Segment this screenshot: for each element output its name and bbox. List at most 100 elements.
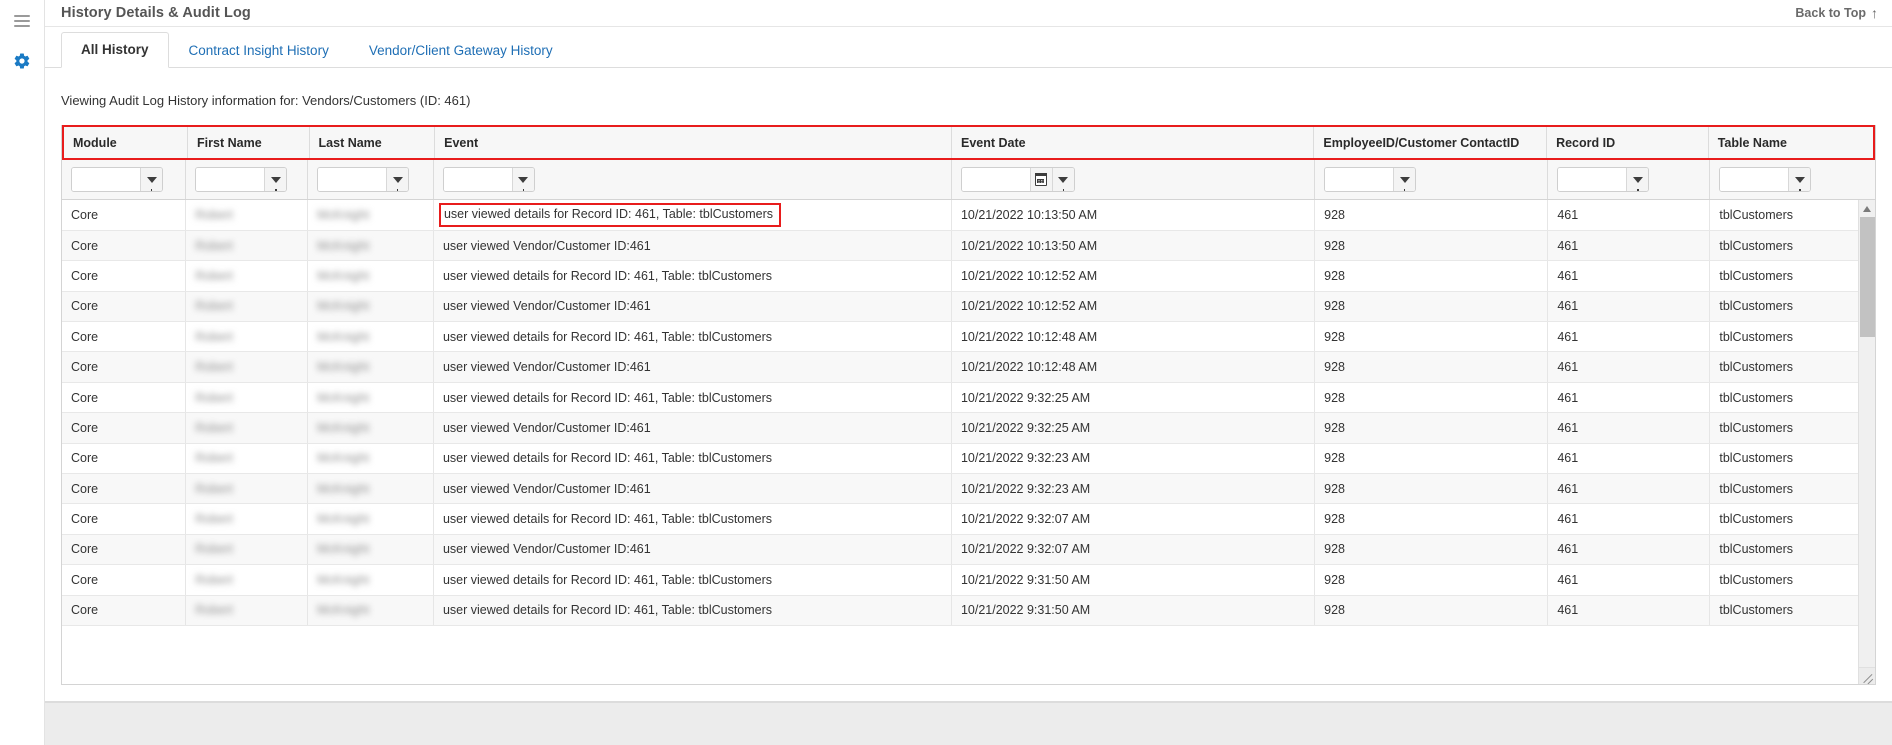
grid-vertical-scrollbar[interactable] <box>1858 200 1875 684</box>
column-header-record-id[interactable]: Record ID <box>1546 127 1709 158</box>
calendar-icon[interactable] <box>1029 168 1052 191</box>
grid-body-scroll-area[interactable]: Core Robert McKnight user viewed details fo… <box>62 200 1875 684</box>
cell-record-id: 461 <box>1547 291 1711 323</box>
table-row[interactable]: Core Robert McKnight user viewed Vendor/Cus… <box>62 412 1875 444</box>
filter-funnel-icon-last-name[interactable] <box>386 168 409 191</box>
gear-icon[interactable] <box>7 46 37 76</box>
main-column: History Details & Audit Log Back to Top … <box>45 0 1892 745</box>
cell-record-id: 461 <box>1547 564 1711 596</box>
table-row[interactable]: Core Robert McKnight user viewed Vendor/Cus… <box>62 291 1875 323</box>
table-row[interactable]: Core Robert McKnight user viewed details fo… <box>62 595 1875 626</box>
tab-all-history[interactable]: All History <box>61 32 169 68</box>
column-header-last-name[interactable]: Last Name <box>309 127 436 158</box>
filter-funnel-icon-record-id[interactable] <box>1626 168 1649 191</box>
audit-log-page: History Details & Audit Log Back to Top … <box>0 0 1892 745</box>
grid-header-row: Module First Name Last Name Event Event … <box>64 127 1873 158</box>
filter-input-record-id[interactable] <box>1558 168 1627 191</box>
filter-input-module[interactable] <box>72 168 140 191</box>
table-row[interactable]: Core Robert McKnight user viewed details fo… <box>62 382 1875 414</box>
filter-group-event-date <box>960 167 1075 192</box>
back-to-top-link[interactable]: Back to Top ↑ <box>1795 6 1878 20</box>
cell-last-name: McKnight <box>307 534 434 566</box>
scrollbar-thumb[interactable] <box>1859 217 1875 337</box>
back-to-top-label: Back to Top <box>1795 6 1866 20</box>
cell-event-date: 10/21/2022 9:32:07 AM <box>951 534 1316 566</box>
table-row[interactable]: Core Robert McKnight user viewed Vendor/Cus… <box>62 230 1875 262</box>
cell-event-date: 10/21/2022 9:32:25 AM <box>951 382 1316 414</box>
redacted-last-name: McKnight <box>317 420 370 435</box>
table-row[interactable]: Core Robert McKnight user viewed details fo… <box>62 564 1875 596</box>
table-row[interactable]: Core Robert McKnight user viewed Vendor/Cus… <box>62 534 1875 566</box>
cell-module: Core <box>62 595 187 626</box>
redacted-last-name: McKnight <box>317 542 370 557</box>
filter-input-employee-id[interactable] <box>1325 168 1394 191</box>
table-row[interactable]: Core Robert McKnight user viewed details fo… <box>62 260 1875 292</box>
filter-input-first-name[interactable] <box>196 168 265 191</box>
filter-input-event[interactable] <box>443 168 512 191</box>
filter-cell-employee-id <box>1314 160 1549 199</box>
cell-first-name: Robert <box>185 200 309 231</box>
column-header-table-name[interactable]: Table Name <box>1708 127 1873 158</box>
filter-cell-record-id <box>1547 160 1711 199</box>
redacted-last-name: McKnight <box>317 603 370 618</box>
cell-table-name: tblCustomers <box>1709 230 1875 262</box>
filter-funnel-icon-employee-id[interactable] <box>1393 168 1416 191</box>
scroll-up-arrow-icon[interactable] <box>1858 200 1875 217</box>
cell-record-id: 461 <box>1547 200 1711 231</box>
column-header-employee-id[interactable]: EmployeeID/Customer ContactID <box>1313 127 1548 158</box>
resize-grip-icon[interactable] <box>1858 667 1875 684</box>
cell-module: Core <box>62 351 187 383</box>
redacted-first-name: Robert <box>195 603 233 618</box>
cell-event: user viewed details for Record ID: 461, … <box>433 382 952 414</box>
grid-filter-row <box>62 160 1875 200</box>
cell-table-name: tblCustomers <box>1709 443 1875 475</box>
cell-event-date: 10/21/2022 10:13:50 AM <box>951 200 1316 231</box>
redacted-first-name: Robert <box>195 390 233 405</box>
cell-employee-id: 928 <box>1314 200 1549 231</box>
filter-funnel-icon-event[interactable] <box>511 168 534 191</box>
redacted-first-name: Robert <box>195 207 233 222</box>
tab-contract-insight-history[interactable]: Contract Insight History <box>169 33 349 68</box>
redacted-last-name: McKnight <box>317 329 370 344</box>
column-header-event[interactable]: Event <box>434 127 952 158</box>
column-header-first-name[interactable]: First Name <box>187 127 310 158</box>
table-row[interactable]: Core Robert McKnight user viewed details fo… <box>62 200 1875 231</box>
filter-input-event-date[interactable] <box>961 168 1030 191</box>
cell-last-name: McKnight <box>307 230 434 262</box>
cell-employee-id: 928 <box>1314 473 1549 505</box>
table-row[interactable]: Core Robert McKnight user viewed Vendor/Cus… <box>62 351 1875 383</box>
cell-event-date: 10/21/2022 10:12:48 AM <box>951 321 1316 353</box>
cell-first-name: Robert <box>185 473 309 505</box>
arrow-up-icon: ↑ <box>1871 5 1878 21</box>
cell-last-name: McKnight <box>307 412 434 444</box>
filter-cell-event <box>433 160 952 199</box>
cell-last-name: McKnight <box>307 200 434 231</box>
redacted-last-name: McKnight <box>317 512 370 527</box>
table-row[interactable]: Core Robert McKnight user viewed Vendor/Cus… <box>62 473 1875 505</box>
filter-funnel-icon-first-name[interactable] <box>264 168 287 191</box>
cell-last-name: McKnight <box>307 321 434 353</box>
cell-record-id: 461 <box>1547 412 1711 444</box>
cell-employee-id: 928 <box>1314 260 1549 292</box>
cell-employee-id: 928 <box>1314 412 1549 444</box>
filter-funnel-icon-event-date[interactable] <box>1051 168 1074 191</box>
scrollbar-track[interactable] <box>1858 217 1875 667</box>
hamburger-menu-icon[interactable] <box>7 6 37 36</box>
column-header-event-date[interactable]: Event Date <box>951 127 1315 158</box>
table-row[interactable]: Core Robert McKnight user viewed details fo… <box>62 321 1875 353</box>
cell-first-name: Robert <box>185 534 309 566</box>
cell-event: user viewed details for Record ID: 461, … <box>433 503 952 535</box>
cell-event-date: 10/21/2022 9:31:50 AM <box>951 564 1316 596</box>
redacted-first-name: Robert <box>195 512 233 527</box>
cell-table-name: tblCustomers <box>1709 200 1875 231</box>
column-header-module[interactable]: Module <box>64 127 189 158</box>
filter-funnel-icon-module[interactable] <box>140 168 162 191</box>
table-row[interactable]: Core Robert McKnight user viewed details fo… <box>62 503 1875 535</box>
table-row[interactable]: Core Robert McKnight user viewed details fo… <box>62 443 1875 475</box>
tab-vendor-client-gateway-history[interactable]: Vendor/Client Gateway History <box>349 33 573 68</box>
filter-input-last-name[interactable] <box>318 168 387 191</box>
filter-cell-table-name <box>1710 160 1875 199</box>
filter-input-table-name[interactable] <box>1720 168 1789 191</box>
cell-event: user viewed Vendor/Customer ID:461 <box>433 534 952 566</box>
filter-funnel-icon-table-name[interactable] <box>1788 168 1811 191</box>
